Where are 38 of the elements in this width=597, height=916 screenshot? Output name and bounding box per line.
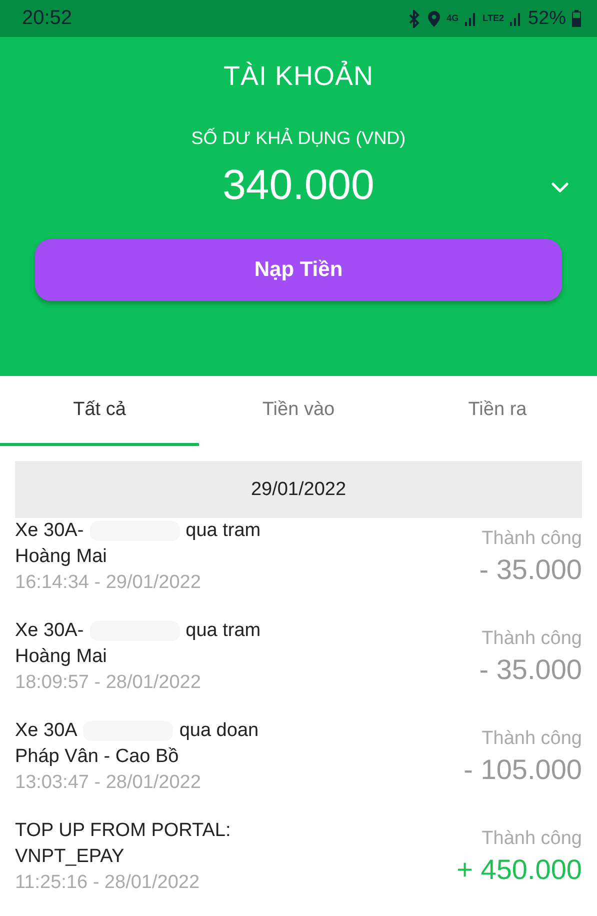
page-title: TÀI KHOẢN	[223, 61, 374, 92]
transaction-title: TOP UP FROM PORTAL:	[15, 819, 231, 843]
transaction-title: VNPT_EPAY	[15, 845, 126, 869]
transaction-title: Hoàng Mai	[15, 545, 108, 569]
bluetooth-icon	[406, 10, 421, 28]
battery-icon	[572, 10, 581, 27]
transaction-title: Xe 30A-	[15, 619, 84, 643]
transaction-amount: - 35.000	[479, 554, 582, 586]
transaction-time: 11:25:16 - 28/01/2022	[15, 871, 201, 895]
signal-icon	[464, 10, 477, 26]
balance-label: SỐ DƯ KHẢ DỤNG (VND)	[191, 128, 406, 149]
transaction-title: qua tram	[186, 619, 261, 643]
transaction-amount: - 105.000	[464, 754, 582, 786]
clock-time: 20:52	[22, 7, 72, 30]
network-type: 4G	[446, 14, 459, 23]
transaction-time: 16:14:34 - 29/01/2022	[15, 571, 202, 595]
transaction-time: 13:03:47 - 28/01/2022	[15, 771, 202, 795]
date-header: 29/01/2022	[15, 461, 582, 518]
transaction-title: Hoàng Mai	[15, 645, 108, 669]
transaction-title: Xe 30A-	[15, 519, 84, 543]
transaction-title: Pháp Vân - Cao Bồ	[15, 745, 180, 769]
balance-amount: 340.000	[222, 161, 374, 209]
sim-label: LTE2	[482, 14, 504, 23]
transaction-title: qua tram	[186, 519, 261, 543]
location-icon	[426, 10, 441, 28]
transaction-time: 18:09:57 - 28/01/2022	[15, 671, 202, 695]
transaction-title: Xe 30A	[15, 719, 78, 743]
transaction-status: Thành công	[480, 728, 582, 750]
transaction-status: Thành công	[480, 628, 582, 650]
transaction-title: qua doan	[179, 719, 259, 743]
top-up-button[interactable]: Nạp Tiền	[35, 239, 562, 301]
transaction-amount: + 450.000	[456, 854, 582, 886]
transaction-status: Thành công	[480, 828, 582, 850]
transaction-status: Thành công	[480, 528, 582, 550]
chevron-down-icon[interactable]	[551, 181, 569, 193]
transaction-amount: - 35.000	[479, 654, 582, 686]
battery-percent: 52%	[528, 8, 566, 30]
signal-icon	[510, 10, 522, 26]
